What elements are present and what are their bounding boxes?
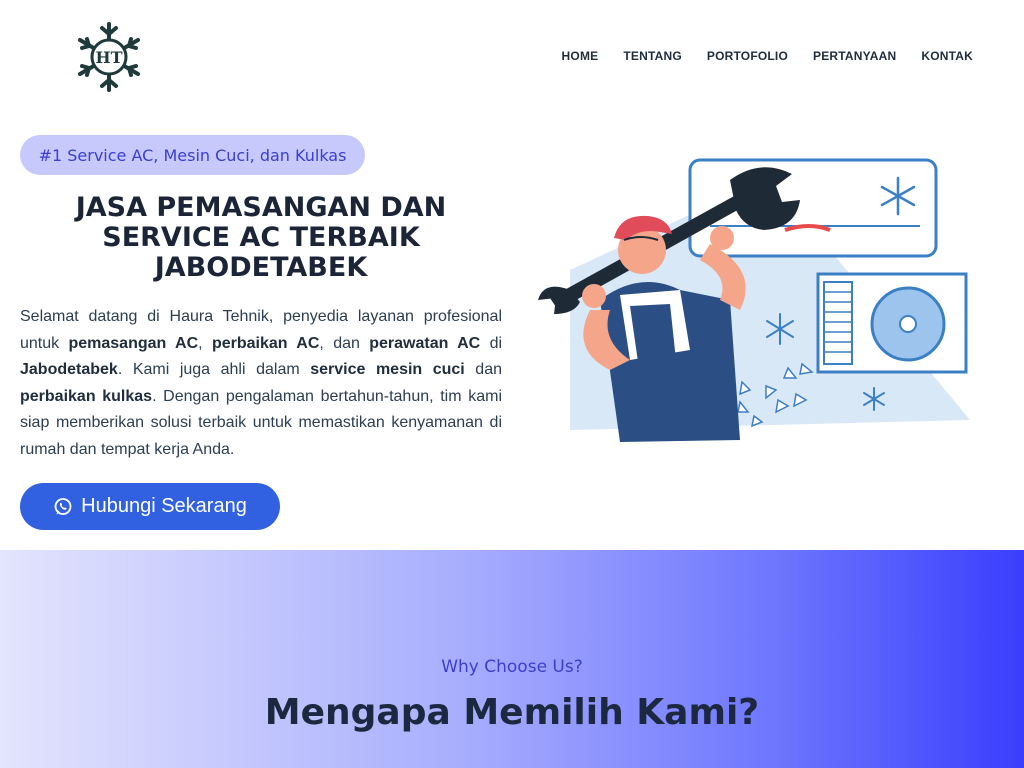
hero-text-part: , dan [319, 334, 370, 352]
site-header: HT HOME TENTANG PORTOFOLIO PERTANYAAN KO… [0, 0, 1024, 115]
whatsapp-icon [54, 497, 72, 515]
hero-text-part: di [480, 334, 503, 352]
why-title: Mengapa Memilih Kami? [264, 692, 760, 733]
technician-illustration [530, 150, 980, 450]
hero-title: JASA PEMASANGAN DAN SERVICE AC TERBAIK J… [75, 192, 447, 283]
nav-kontak[interactable]: KONTAK [921, 49, 973, 63]
snowflake-logo-icon: HT [78, 22, 140, 92]
nav-home[interactable]: HOME [562, 49, 599, 63]
hero-description: Selamat datang di Haura Tehnik, penyedia… [20, 304, 502, 463]
hero-text-bold: Jabodetabek [20, 361, 118, 378]
hero-text-part: . Kami juga ahli dalam [117, 361, 311, 378]
logo[interactable]: HT [74, 20, 144, 94]
nav-portofolio[interactable]: PORTOFOLIO [707, 49, 788, 63]
hero-badge: #1 Service AC, Mesin Cuci, dan Kulkas [20, 135, 365, 175]
hero-text-part: dan [464, 361, 502, 378]
hero-text-bold: service mesin cuci [310, 361, 465, 378]
nav-pertanyaan[interactable]: PERTANYAAN [813, 49, 896, 63]
hero-text-bold: perawatan AC [369, 334, 481, 352]
hero-text-bold: perbaikan AC [211, 334, 320, 352]
main-nav: HOME TENTANG PORTOFOLIO PERTANYAAN KONTA… [562, 49, 973, 63]
contact-now-label: Hubungi Sekarang [81, 495, 247, 517]
hero-text-bold: pemasangan AC [68, 334, 199, 352]
hero-text-bold: perbaikan kulkas [20, 387, 153, 405]
nav-tentang[interactable]: TENTANG [623, 49, 682, 63]
svg-text:HT: HT [95, 48, 122, 67]
why-choose-us-section: Why Choose Us? Mengapa Memilih Kami? [0, 550, 1024, 768]
hero-text-part: , [198, 334, 212, 352]
contact-now-button[interactable]: Hubungi Sekarang [20, 483, 280, 530]
why-kicker: Why Choose Us? [441, 657, 583, 677]
